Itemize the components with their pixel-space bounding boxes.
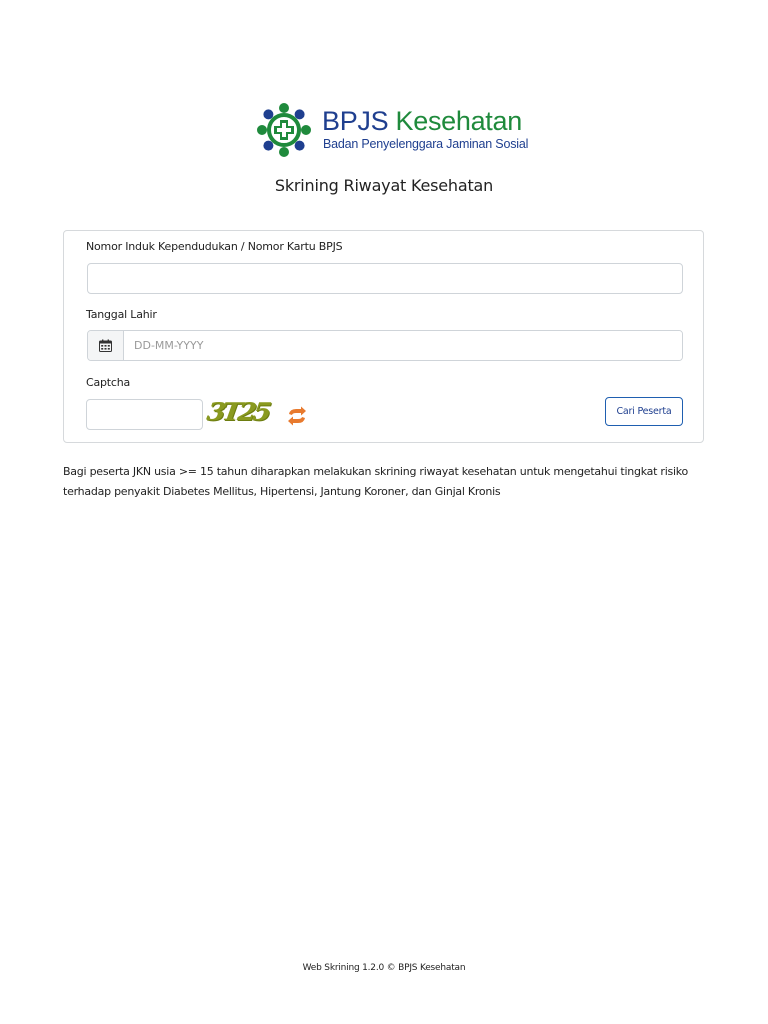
search-form-card: Nomor Induk Kependudukan / Nomor Kartu B… xyxy=(63,230,704,443)
logo-brand: BPJS xyxy=(322,106,389,136)
calendar-icon xyxy=(99,339,112,352)
captcha-image-text: 3T25 xyxy=(205,398,270,427)
dob-label: Tanggal Lahir xyxy=(86,308,157,321)
page-title: Skrining Riwayat Kesehatan xyxy=(274,176,494,195)
logo-subtitle: Badan Penyelenggara Jaminan Sosial xyxy=(323,137,529,151)
logo-title: BPJS Kesehatan xyxy=(322,106,522,136)
footer: Web Skrining 1.2.0 © BPJS Kesehatan xyxy=(302,963,466,973)
info-text: Bagi peserta JKN usia >= 15 tahun dihara… xyxy=(63,465,688,498)
bpjs-logo: BPJS Kesehatan Badan Penyelenggara Jamin… xyxy=(256,102,528,160)
bpjs-logo-icon xyxy=(257,103,311,157)
captcha-input[interactable] xyxy=(86,399,203,430)
nik-input[interactable] xyxy=(87,263,683,294)
nik-label: Nomor Induk Kependudukan / Nomor Kartu B… xyxy=(86,240,343,253)
dob-field-group xyxy=(87,330,683,361)
logo-product: Kesehatan xyxy=(395,106,523,136)
refresh-icon[interactable] xyxy=(286,406,308,426)
dob-input[interactable] xyxy=(124,331,682,360)
search-participant-button[interactable]: Cari Peserta xyxy=(605,397,683,426)
calendar-addon[interactable] xyxy=(88,331,124,360)
captcha-label: Captcha xyxy=(86,376,131,389)
captcha-image: 3T25 xyxy=(205,397,283,429)
